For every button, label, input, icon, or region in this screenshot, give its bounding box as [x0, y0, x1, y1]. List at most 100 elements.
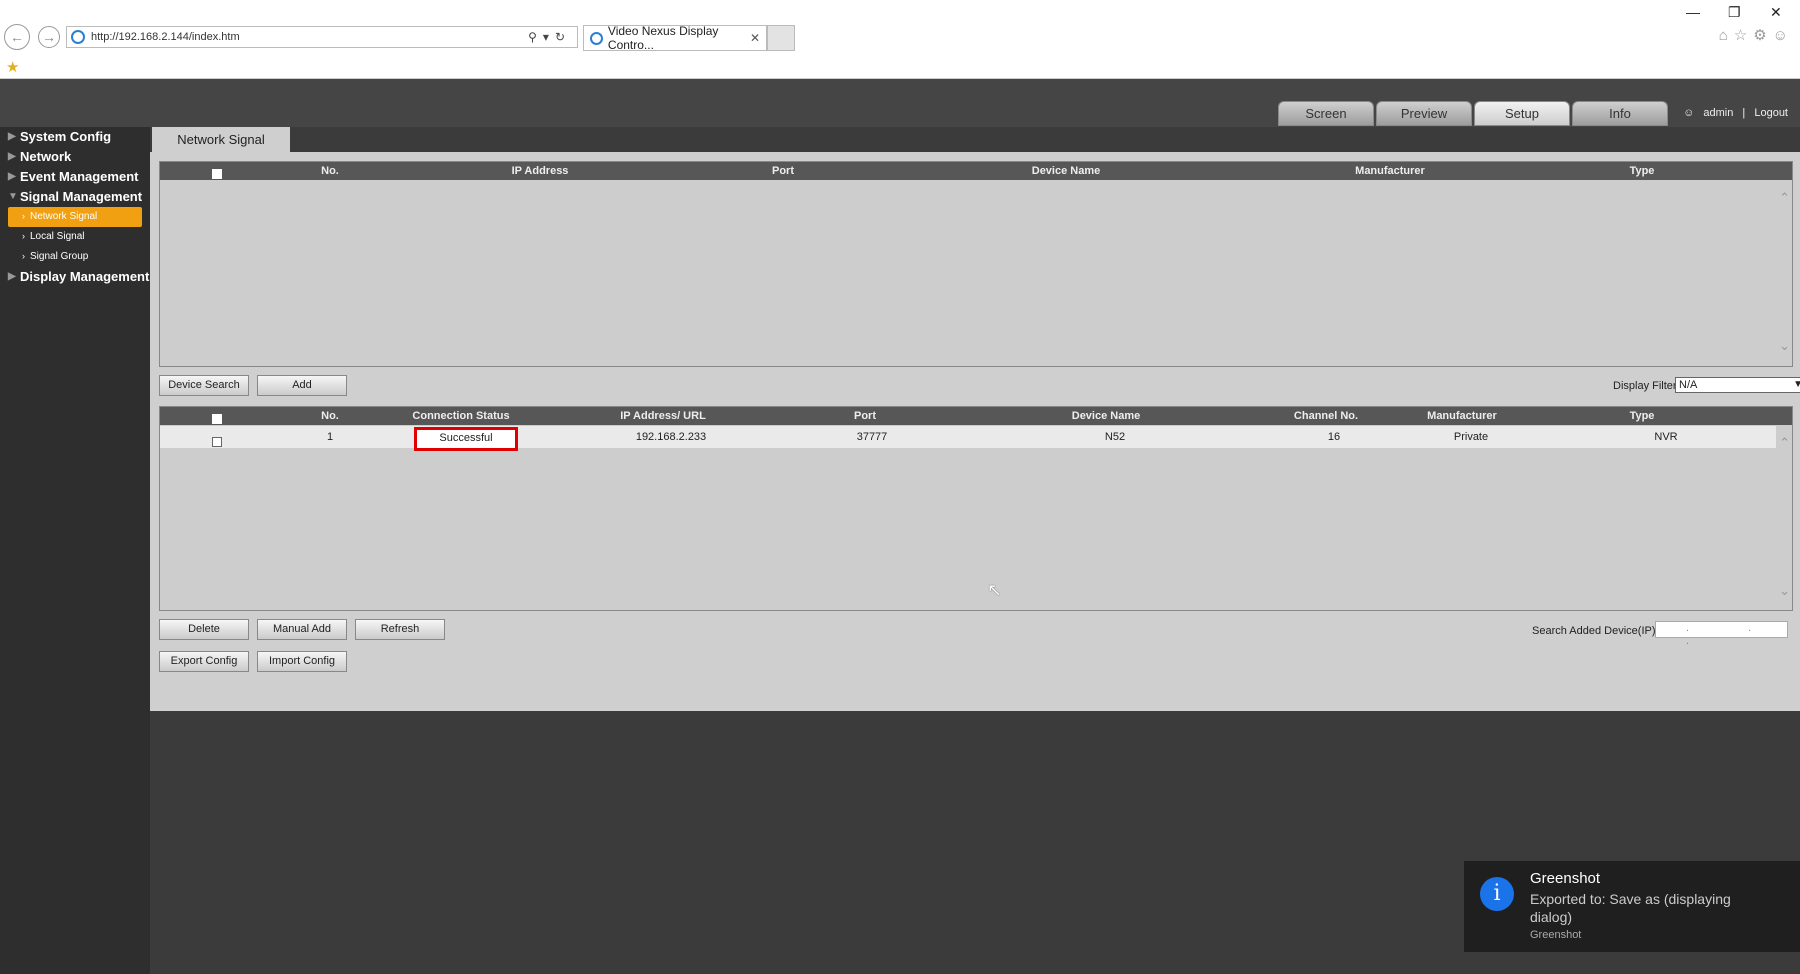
- username: admin: [1703, 107, 1734, 119]
- logout-link[interactable]: Logout: [1754, 107, 1788, 119]
- sidebar-item-label: Network: [20, 149, 72, 164]
- sidebar-item-event-management[interactable]: ▶ Event Management: [0, 167, 150, 187]
- browser-tab[interactable]: Video Nexus Display Contro... ✕: [583, 24, 767, 52]
- cell-channel: 16: [1327, 431, 1341, 443]
- delete-button[interactable]: Delete: [159, 619, 249, 640]
- ie-icon: [590, 31, 603, 45]
- toast-title: Greenshot: [1530, 870, 1601, 887]
- search-results-table: No. IP Address Port Device Name Manufact…: [159, 161, 1793, 367]
- sidebar: ▶ System Config ▶ Network ▶ Event Managemen…: [0, 127, 150, 974]
- close-tab-icon[interactable]: ✕: [750, 31, 760, 45]
- address-bar[interactable]: http://192.168.2.144/index.htm ⚲▾↻: [66, 26, 578, 48]
- table-header: No. IP Address Port Device Name Manufact…: [160, 162, 1792, 180]
- new-tab-button[interactable]: [767, 25, 795, 51]
- forward-icon[interactable]: →: [38, 26, 60, 48]
- ie-icon: [71, 30, 85, 44]
- sidebar-item-label: System Config: [20, 129, 112, 144]
- back-icon[interactable]: ←: [4, 24, 30, 50]
- sidebar-item-display-management[interactable]: ▶ Display Management: [0, 267, 150, 287]
- export-config-button[interactable]: Export Config: [159, 651, 249, 672]
- device-search-button[interactable]: Device Search: [159, 375, 249, 396]
- sidebar-item-system-config[interactable]: ▶ System Config: [0, 127, 150, 147]
- chevron-right-icon: ›: [22, 251, 25, 261]
- restore-icon[interactable]: ❐: [1728, 4, 1741, 21]
- close-window-icon[interactable]: ✕: [1770, 4, 1782, 21]
- col-ip-address: IP Address: [511, 165, 569, 177]
- table-header: No. Connection Status IP Address/ URL Po…: [160, 407, 1792, 425]
- tab-setup[interactable]: Setup: [1474, 101, 1570, 126]
- sidebar-item-label: Display Management: [20, 269, 150, 284]
- import-config-button[interactable]: Import Config: [257, 651, 347, 672]
- page-titlebar: Network Signal: [150, 127, 1800, 152]
- favorites-star-icon[interactable]: ★: [6, 58, 19, 76]
- display-filter-value: N/A: [1679, 379, 1698, 391]
- cell-device-name: N52: [1104, 431, 1126, 443]
- sidebar-subitem-label: Local Signal: [30, 231, 85, 242]
- tab-title: Video Nexus Display Contro...: [607, 24, 719, 52]
- toolbar-icons[interactable]: ⌂☆⚙☺: [1719, 26, 1794, 44]
- scroll-up-icon[interactable]: ⌃: [1779, 435, 1790, 451]
- status-badge: Successful: [414, 427, 518, 451]
- display-filter-label: Display Filter: [1613, 380, 1677, 392]
- col-device-name: Device Name: [1031, 165, 1101, 177]
- user-icon: ☺: [1683, 107, 1695, 119]
- triangle-down-icon: ▼: [8, 191, 18, 202]
- sidebar-subitem-network-signal[interactable]: › Network Signal: [8, 207, 142, 227]
- browser-chrome: ← → http://192.168.2.144/index.htm ⚲▾↻ V…: [0, 0, 1800, 79]
- chevron-right-icon: ›: [22, 211, 25, 221]
- address-tools[interactable]: ⚲▾↻: [528, 30, 571, 44]
- col-device-name: Device Name: [1071, 410, 1141, 422]
- toast-source: Greenshot: [1530, 929, 1582, 941]
- sidebar-subitem-local-signal[interactable]: › Local Signal: [0, 227, 150, 247]
- page-tab-network-signal[interactable]: Network Signal: [152, 127, 290, 152]
- add-button[interactable]: Add: [257, 375, 347, 396]
- col-port: Port: [772, 165, 794, 177]
- refresh-button[interactable]: Refresh: [355, 619, 445, 640]
- info-icon: i: [1480, 877, 1514, 911]
- cell-ip: 192.168.2.233: [635, 431, 707, 443]
- manual-add-button[interactable]: Manual Add: [257, 619, 347, 640]
- sidebar-subitem-signal-group[interactable]: › Signal Group: [0, 247, 150, 267]
- col-no: No.: [321, 410, 339, 422]
- scroll-down-icon[interactable]: ⌄: [1779, 583, 1790, 599]
- col-manufacturer: Manufacturer: [1427, 410, 1497, 422]
- scroll-up-icon[interactable]: ⌃: [1779, 190, 1790, 206]
- user-separator: |: [1742, 107, 1746, 119]
- added-devices-table: No. Connection Status IP Address/ URL Po…: [159, 406, 1793, 611]
- col-port: Port: [854, 410, 876, 422]
- mouse-cursor-icon: ↖: [987, 580, 1003, 600]
- triangle-right-icon: ▶: [8, 151, 16, 162]
- cell-no: 1: [326, 431, 334, 443]
- sidebar-item-label: Signal Management: [20, 189, 143, 204]
- triangle-right-icon: ▶: [8, 171, 16, 182]
- sidebar-subitem-label: Signal Group: [30, 251, 89, 262]
- tab-screen[interactable]: Screen: [1278, 101, 1374, 126]
- notification-toast[interactable]: i Greenshot Exported to: Save as (displa…: [1464, 861, 1800, 952]
- col-no: No.: [321, 165, 339, 177]
- tab-info[interactable]: Info: [1572, 101, 1668, 126]
- triangle-right-icon: ▶: [8, 271, 16, 282]
- cell-port: 37777: [856, 431, 888, 443]
- scroll-down-icon[interactable]: ⌄: [1779, 338, 1790, 354]
- minimize-icon[interactable]: —: [1686, 4, 1700, 20]
- chevron-down-icon: ▼: [1793, 379, 1800, 390]
- sidebar-item-network[interactable]: ▶ Network: [0, 147, 150, 167]
- col-channel-no: Channel No.: [1293, 410, 1359, 422]
- main-panel: Network Signal No. IP Address Port Devic…: [150, 127, 1800, 711]
- url-text: http://192.168.2.144/index.htm: [91, 31, 240, 43]
- sidebar-subitem-label: Network Signal: [30, 211, 98, 222]
- search-added-label: Search Added Device(IP): [1532, 625, 1656, 637]
- search-added-ip-input[interactable]: . . .: [1655, 621, 1788, 647]
- display-filter-select[interactable]: N/A ▼: [1675, 377, 1800, 393]
- col-connection-status: Connection Status: [412, 410, 510, 422]
- triangle-right-icon: ▶: [8, 131, 16, 142]
- col-ip-url: IP Address/ URL: [620, 410, 706, 422]
- sidebar-item-signal-management[interactable]: ▼ Signal Management: [0, 187, 150, 207]
- user-area: ☺ admin | Logout: [1677, 107, 1788, 119]
- col-type: Type: [1629, 410, 1655, 422]
- cell-type: NVR: [1654, 431, 1678, 443]
- table-row[interactable]: 1 Successful 192.168.2.233 37777 N52 16 …: [160, 426, 1776, 451]
- sidebar-item-label: Event Management: [20, 169, 139, 184]
- tab-preview[interactable]: Preview: [1376, 101, 1472, 126]
- toast-message: Exported to: Save as (displaying dialog): [1530, 891, 1731, 925]
